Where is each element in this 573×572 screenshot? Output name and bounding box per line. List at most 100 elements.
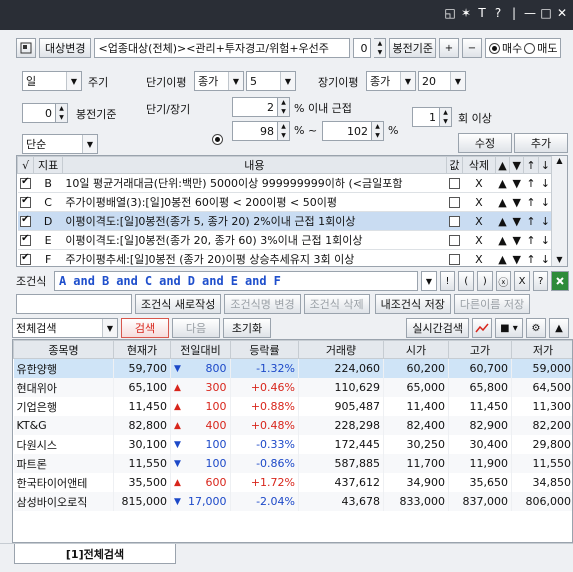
near-radio[interactable] [212, 133, 223, 145]
add-button[interactable]: 추가 [514, 133, 568, 153]
range-high-spinner[interactable]: ▲ ▼ [372, 121, 384, 141]
col-content[interactable]: 내용 [61, 156, 447, 174]
indicator-row[interactable]: E이평이격도:[일]0봉전(종가 20, 종가 60) 3%이내 근접 1회이상… [17, 230, 553, 250]
minimize-icon[interactable]: — [523, 6, 537, 20]
col-open[interactable]: 시가 [383, 340, 449, 359]
move-down-icon[interactable]: ▼ [509, 173, 524, 193]
move-up-icon[interactable]: ▲ [495, 192, 510, 212]
new-condition-button[interactable]: 조건식 새로작성 [135, 294, 222, 314]
move-down-icon[interactable]: ▼ [509, 249, 524, 266]
times-input[interactable]: 1 [412, 107, 440, 127]
list-menu-icon[interactable]: ■ ▾ [495, 318, 523, 338]
result-row[interactable]: 한국타이어앤테 35,500 ▲ 600 +1.72% 437,612 34,900 35,6… [13, 473, 572, 492]
indicator-checkbox[interactable] [20, 195, 32, 208]
near-percent-spinner[interactable]: ▲ ▼ [278, 97, 290, 117]
col-change[interactable]: 전일대비 [170, 340, 231, 359]
excel-icon[interactable] [551, 271, 570, 291]
save-as-button[interactable]: 다른이름 저장 [453, 294, 531, 314]
search-button[interactable]: 검색 [121, 318, 169, 338]
move-top-icon[interactable]: ↑ [523, 230, 539, 250]
save-condition-button[interactable]: 내조건식 저장 [374, 294, 451, 314]
long-period-select[interactable]: 20 ▼ [418, 71, 466, 91]
target-field[interactable]: <업종대상(전체)><관리+투자경고/위험+우선주 [94, 38, 351, 58]
move-up-icon[interactable]: ▲ [495, 249, 510, 266]
col-up[interactable]: ▲ [494, 156, 511, 174]
bong-spinner[interactable]: ▲ ▼ [56, 103, 68, 123]
move-up-icon[interactable]: ▲ [495, 230, 510, 250]
rename-condition-button[interactable]: 조건식명 변경 [224, 294, 301, 314]
value-checkbox[interactable] [448, 178, 460, 189]
indicator-row[interactable]: C주가이평배열(3):[일]0봉전 60이평 < 200이평 < 50이평 X▲▼… [17, 192, 553, 212]
value-checkbox[interactable] [448, 197, 460, 208]
condition-dropdown[interactable]: ▼ [421, 271, 437, 291]
indicator-row[interactable]: D이평이격도:[일]0봉전(종가 5, 종가 20) 2%이내 근접 1회이상 X… [17, 211, 553, 231]
delete-icon[interactable]: X [462, 173, 496, 193]
value-checkbox[interactable] [448, 235, 460, 246]
search-mode-select[interactable]: 전체검색 ▼ [12, 318, 118, 338]
reset-button[interactable]: 초기화 [223, 318, 271, 338]
target-icon[interactable] [16, 38, 36, 58]
delete-condition-button[interactable]: 조건식 삭제 [303, 294, 370, 314]
col-low[interactable]: 저가 [511, 340, 572, 359]
result-row[interactable]: KT&G 82,800 ▲ 400 +0.48% 228,298 82,400 82,900 8… [13, 416, 572, 435]
tab-all-search[interactable]: [1]전체검색 [14, 544, 176, 564]
range-high-input[interactable]: 102 [322, 121, 372, 141]
col-check[interactable]: √ [17, 156, 35, 174]
close-icon[interactable]: ✕ [555, 6, 569, 20]
condition-expression[interactable]: Aand Band Cand Dand Eand F [54, 271, 419, 291]
indicator-checkbox[interactable] [20, 214, 32, 227]
help-button[interactable]: ? [532, 271, 549, 291]
indicator-scrollbar[interactable]: ▲ ▼ [551, 156, 567, 266]
move-top-icon[interactable]: ↑ [523, 211, 539, 231]
next-button[interactable]: 다음 [172, 318, 220, 338]
col-price[interactable]: 현재가 [113, 340, 171, 359]
scroll-down-icon[interactable]: ▼ [552, 255, 567, 264]
delete-icon[interactable]: X [462, 230, 496, 250]
indicator-checkbox[interactable] [20, 176, 32, 189]
col-down[interactable]: ▼ [509, 156, 525, 174]
range-low-spinner[interactable]: ▲ ▼ [278, 121, 290, 141]
delete-icon[interactable]: X [462, 192, 496, 212]
indicator-checkbox[interactable] [20, 233, 32, 246]
settings-icon[interactable]: ✶ [459, 6, 473, 20]
col-rate[interactable]: 등락률 [230, 340, 299, 359]
move-top-icon[interactable]: ↑ [523, 173, 539, 193]
result-row[interactable]: 유한양행 59,700 ▼ 800 -1.32% 224,060 60,200 60,700 5… [13, 358, 572, 378]
period-select[interactable]: 일 ▼ [22, 71, 82, 91]
minus-button[interactable]: − [461, 38, 482, 58]
result-row[interactable]: 파트론 11,550 ▼ 100 -0.86% 587,885 11,700 11,900 11… [13, 454, 572, 473]
col-top[interactable]: ↑ [523, 156, 539, 174]
xor-button[interactable]: ⓧ [495, 271, 512, 291]
result-row[interactable]: 현대위아 65,100 ▲ 300 +0.46% 110,629 65,000 65,800 6… [13, 378, 572, 397]
realtime-search-button[interactable]: 실시간검색 [406, 318, 469, 338]
indicator-row[interactable]: F주가이평추세:[일]0봉전 (종가 20)이평 상승추세유지 3회 이상 X▲▼… [17, 249, 553, 266]
move-top-icon[interactable]: ↑ [523, 249, 539, 266]
pin-icon[interactable]: ◱ [443, 6, 457, 20]
target-change-button[interactable]: 대상변경 [39, 38, 92, 58]
plus-button[interactable]: + [438, 38, 459, 58]
indicator-row[interactable]: B10일 평균거래대금(단위:백만) 5000이상 999999999이하 (<… [17, 173, 553, 193]
move-top-icon[interactable]: ↑ [523, 192, 539, 212]
result-row[interactable]: 다원시스 30,100 ▼ 100 -0.33% 172,445 30,250 30,400 2… [13, 435, 572, 454]
condition-name-field[interactable] [16, 294, 132, 314]
indicator-checkbox[interactable] [20, 252, 32, 265]
col-volume[interactable]: 거래량 [298, 340, 384, 359]
col-delete[interactable]: 삭제 [462, 156, 496, 174]
font-icon[interactable]: T [475, 6, 489, 20]
move-up-icon[interactable]: ▲ [495, 173, 510, 193]
maximize-icon[interactable]: □ [539, 6, 553, 20]
col-value[interactable]: 값 [445, 156, 464, 174]
result-row[interactable]: 삼성바이오로직 815,000 ▼ 17,000 -2.04% 43,678 833,000… [13, 492, 572, 511]
ma-type-select[interactable]: 단순 ▼ [22, 134, 98, 154]
short-price-select[interactable]: 종가 ▼ [194, 71, 244, 91]
col-name[interactable]: 종목명 [13, 340, 114, 359]
gear-icon[interactable]: ⚙ [526, 318, 546, 338]
result-row[interactable]: 기업은행 11,450 ▲ 100 +0.88% 905,487 11,400 11,450 1… [13, 397, 572, 416]
open-paren-button[interactable]: ( [458, 271, 474, 291]
move-down-icon[interactable]: ▼ [509, 211, 524, 231]
near-percent-input[interactable]: 2 [232, 97, 278, 117]
help-icon[interactable]: ? [491, 6, 505, 20]
target-bong-input[interactable]: 0 [353, 38, 372, 58]
sell-radio[interactable] [524, 42, 536, 54]
move-down-icon[interactable]: ▼ [509, 230, 524, 250]
